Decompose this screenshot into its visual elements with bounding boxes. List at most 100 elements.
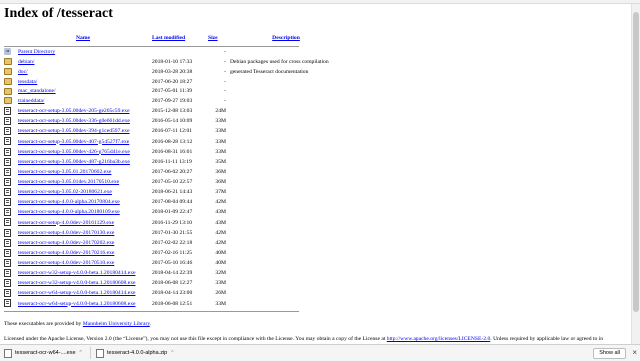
table-row: tesseract-ocr-w64-setup-v4.0.0-beta.1.20… <box>4 299 350 309</box>
file-icon <box>4 198 11 207</box>
file-icon <box>96 348 104 358</box>
file-icon <box>4 188 11 197</box>
file-link[interactable]: tesseract-ocr-setup-3.05.00dev-407-g5452… <box>18 139 129 145</box>
row-modified: 2018-01-10 17:33 <box>152 58 193 65</box>
show-all-button[interactable]: Show all <box>593 348 626 359</box>
scrollbar-thumb[interactable] <box>633 12 639 312</box>
row-icon-cell <box>4 299 18 309</box>
file-icon <box>4 348 12 358</box>
row-size: 32M <box>215 270 226 277</box>
file-icon <box>4 248 11 257</box>
row-description: Debian packages used for cross compilati… <box>230 58 329 65</box>
file-link[interactable]: debian/ <box>18 59 34 65</box>
file-link[interactable]: tesseract-ocr-w64-setup-v4.0.0-beta.1.20… <box>18 301 135 307</box>
file-link[interactable]: tesseract-ocr-setup-3.05.00dev-336-g0e66… <box>18 118 130 124</box>
row-name-cell: tesseract-ocr-w64-setup-v4.0.0-beta.1.20… <box>18 289 152 299</box>
download-item[interactable]: tesseract-ocr-w64-....exe ⌃ <box>4 348 83 358</box>
row-size: 42M <box>215 229 226 236</box>
row-name-cell: tesseract-ocr-setup-3.05.00dev-487-g216b… <box>18 158 152 168</box>
row-size: 33M <box>215 128 226 135</box>
file-link[interactable]: tessdata/ <box>18 79 37 85</box>
row-icon-cell <box>4 208 18 218</box>
table-row: tesseract-ocr-setup-3.05.01.20170602.exe… <box>4 167 350 178</box>
sort-by-description-link[interactable]: Description <box>272 35 300 41</box>
row-modified: 2016-08-28 13:12 <box>152 138 193 145</box>
sort-by-modified-link[interactable]: Last modified <box>152 35 185 41</box>
file-link[interactable]: tesseract-ocr-setup-3.05.02-20180621.exe <box>18 189 112 195</box>
provider-note-prefix: These executables are provided by <box>4 321 83 327</box>
row-description <box>226 48 350 58</box>
download-item[interactable]: tesseract-4.0.0-alpha.zip ⌃ <box>96 348 174 358</box>
row-description <box>226 259 350 269</box>
row-description <box>226 137 350 147</box>
row-name-cell: tesseract-ocr-setup-4.0.0dev-20170216.ex… <box>18 249 152 259</box>
mannheim-library-link[interactable]: Mannheim University Library <box>83 321 150 327</box>
close-icon[interactable]: × <box>632 348 637 357</box>
row-description <box>226 289 350 299</box>
row-modified: 2018-06-08 12:27 <box>152 280 193 287</box>
file-icon <box>4 299 11 308</box>
row-name-cell: tesseract-ocr-setup-3.05.00dev-394-g1ced… <box>18 127 152 137</box>
row-modified: 2017-06-20 18:27 <box>152 78 193 85</box>
sort-by-size-link[interactable]: Size <box>208 35 218 41</box>
row-size: 33M <box>215 280 226 287</box>
apache-license-link[interactable]: http://www.apache.org/licenses/LICENSE-2… <box>387 336 490 342</box>
file-link[interactable]: tesseract-ocr-setup-4.0.0dev-20170202.ex… <box>18 240 114 246</box>
file-link[interactable]: tesseract-ocr-setup-4.0.0dev-20170510.ex… <box>18 260 114 266</box>
row-name-cell: traineddata/ <box>18 97 152 107</box>
row-size: 42M <box>215 239 226 246</box>
file-link[interactable]: tesseract-ocr-w32-setup-v4.0.0-beta.1.20… <box>18 280 135 286</box>
icon-header <box>4 32 18 44</box>
row-icon-cell <box>4 289 18 299</box>
row-description <box>226 87 350 97</box>
row-name-cell: tesseract-ocr-setup-4.0.0dev-20161129.ex… <box>18 218 152 228</box>
file-link[interactable]: tesseract-ocr-setup-3.05.00dev-205-ge205… <box>18 108 130 114</box>
file-link[interactable]: doc/ <box>18 69 28 75</box>
page-content: Index of /tesseract Name Last modified S… <box>4 6 630 344</box>
file-link[interactable]: tesseract-ocr-w32-setup-v4.0.0-beta.1.20… <box>18 270 135 276</box>
table-row: tesseract-ocr-setup-4.0.0-alpha.20170804… <box>4 198 350 208</box>
file-link[interactable]: mac_standalone/ <box>18 88 56 94</box>
file-icon <box>4 137 11 146</box>
row-size: 37M <box>215 189 226 196</box>
chevron-up-icon[interactable]: ⌃ <box>79 350 83 356</box>
file-link[interactable]: tesseract-ocr-setup-3.05.01.20170602.exe <box>18 169 111 175</box>
row-description <box>226 117 350 127</box>
row-modified: 2017-05-01 11:39 <box>152 88 193 95</box>
description-header: Description <box>226 32 350 44</box>
file-link[interactable]: tesseract-ocr-setup-4.0.0-alpha.20170804… <box>18 199 120 205</box>
row-size: 33M <box>215 148 226 155</box>
page-scrollbar[interactable] <box>631 4 640 344</box>
row-size: 35M <box>215 158 226 165</box>
row-description <box>226 97 350 107</box>
row-name-cell: tesseract-ocr-setup-3.05.01dev.20170510.… <box>18 178 152 188</box>
file-link[interactable]: tesseract-ocr-setup-4.0.0dev-20170216.ex… <box>18 250 114 256</box>
file-link[interactable]: tesseract-ocr-setup-3.05.01dev.20170510.… <box>18 179 119 185</box>
file-link[interactable]: tesseract-ocr-setup-4.0.0dev-20170130.ex… <box>18 230 114 236</box>
table-row: tesseract-ocr-setup-4.0.0-alpha.20180109… <box>4 208 350 218</box>
file-link[interactable]: tesseract-ocr-setup-3.05.00dev-426-g765d… <box>18 149 130 155</box>
file-link[interactable]: tesseract-ocr-setup-3.05.00dev-487-g216b… <box>18 159 130 165</box>
file-link[interactable]: tesseract-ocr-setup-3.05.00dev-394-g1ced… <box>18 128 130 134</box>
row-modified: 2018-01-09 22:47 <box>152 209 193 216</box>
table-row: tesseract-ocr-setup-3.05.01dev.20170510.… <box>4 177 350 188</box>
file-icon <box>4 208 11 217</box>
file-link[interactable]: traineddata/ <box>18 98 44 104</box>
file-link[interactable]: Parent Directory <box>18 49 55 55</box>
row-modified: 2017-05-10 16:46 <box>152 260 193 267</box>
file-link[interactable]: tesseract-ocr-setup-4.0.0dev-20161129.ex… <box>18 220 114 226</box>
browser-top-strip <box>0 0 640 4</box>
table-row: doc/2018-03-28 20:38 - generated Tesseract… <box>4 67 350 78</box>
table-row: tesseract-ocr-setup-3.05.00dev-394-g1ced… <box>4 127 350 137</box>
row-icon-cell <box>4 117 18 127</box>
row-description <box>226 299 350 309</box>
file-link[interactable]: tesseract-ocr-setup-4.0.0-alpha.20180109… <box>18 209 120 215</box>
file-icon <box>4 117 11 126</box>
file-link[interactable]: tesseract-ocr-w64-setup-v4.0.0-beta.1.20… <box>18 290 135 296</box>
table-row: tesseract-ocr-w64-setup-v4.0.0-beta.1.20… <box>4 289 350 299</box>
row-description <box>226 158 350 168</box>
row-icon-cell <box>4 228 18 239</box>
chevron-up-icon[interactable]: ⌃ <box>170 350 174 356</box>
sort-by-name-link[interactable]: Name <box>76 35 90 41</box>
table-row: debian/2018-01-10 17:33 - Debian packages … <box>4 58 350 68</box>
